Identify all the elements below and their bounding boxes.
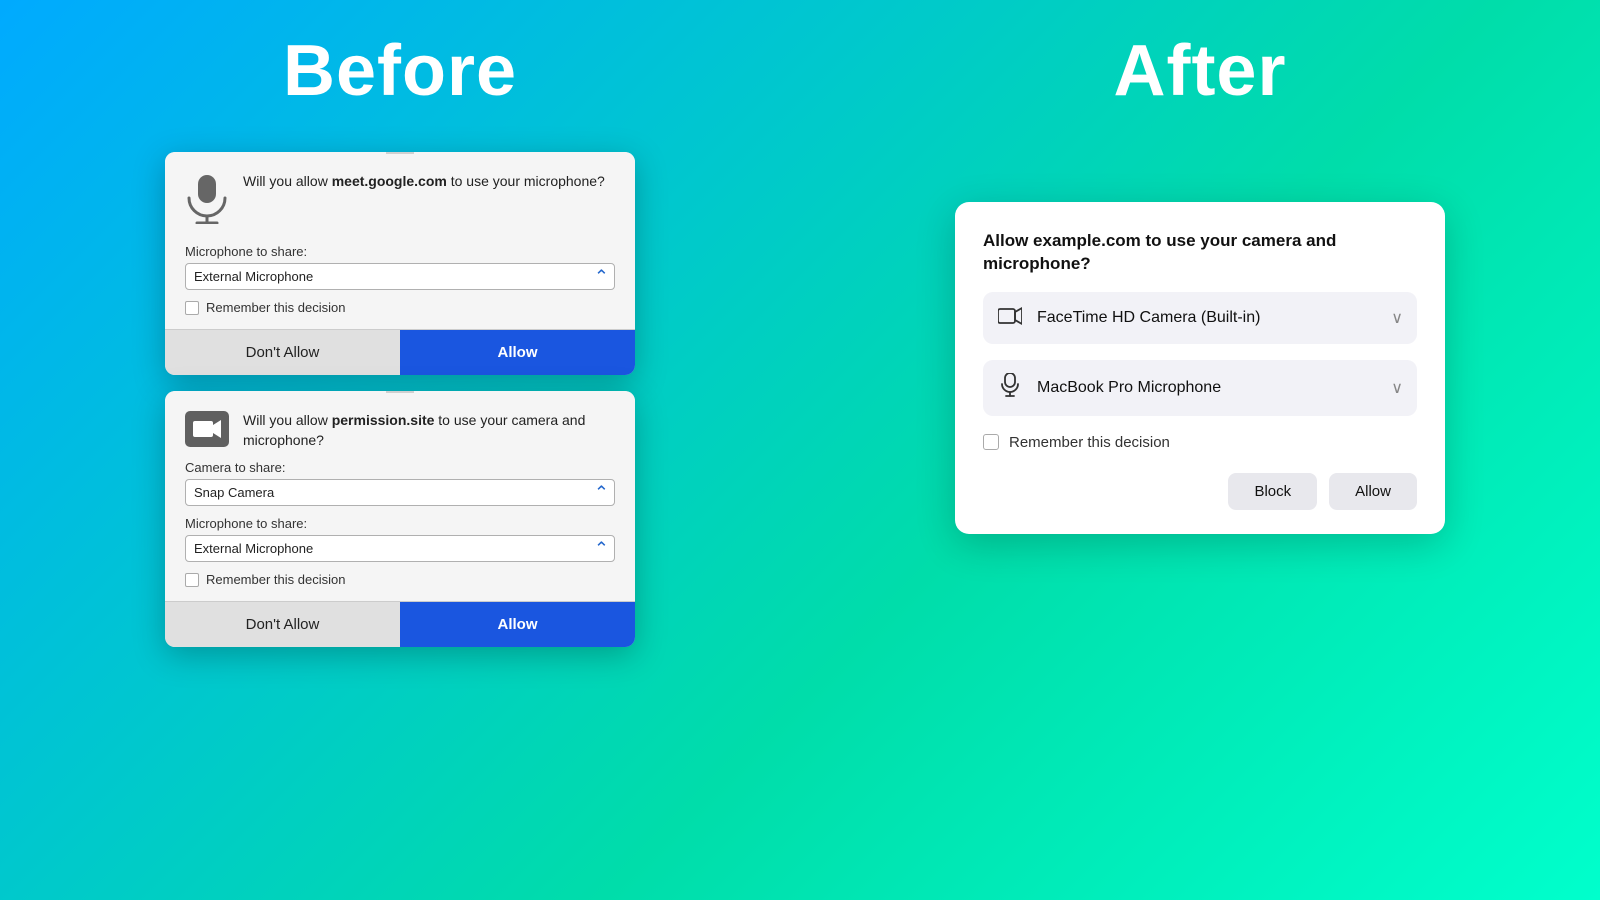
camera-device-icon xyxy=(997,305,1023,331)
mic-field-group-1: Microphone to share: External Microphone… xyxy=(185,244,615,290)
mic-device-icon xyxy=(997,373,1023,403)
remember-row-1: Remember this decision xyxy=(185,300,615,315)
new-dialog-buttons: Block Allow xyxy=(983,473,1417,510)
camera-device-row[interactable]: FaceTime HD Camera (Built-in) ∨ xyxy=(983,292,1417,344)
new-remember-checkbox[interactable] xyxy=(983,434,999,450)
remember-checkbox-2[interactable] xyxy=(185,573,199,587)
mic-select-1[interactable]: External Microphone xyxy=(185,263,615,290)
old-dialog-2-body: Will you allow permission.site to use yo… xyxy=(165,391,635,601)
mic-chevron-icon: ∨ xyxy=(1391,378,1403,398)
remember-row-2: Remember this decision xyxy=(185,572,615,587)
old-dialog-2-buttons: Don't Allow Allow xyxy=(165,601,635,647)
old-dialog-1: Will you allow meet.google.com to use yo… xyxy=(165,152,635,375)
domain-1: meet.google.com xyxy=(332,173,447,189)
remember-label-2: Remember this decision xyxy=(206,572,345,587)
old-dialog-2-header: Will you allow permission.site to use yo… xyxy=(185,411,615,450)
camera-device-name: FaceTime HD Camera (Built-in) xyxy=(1037,309,1377,327)
mic-select-2[interactable]: External Microphone xyxy=(185,535,615,562)
before-title: Before xyxy=(283,30,517,112)
new-allow-button[interactable]: Allow xyxy=(1329,473,1417,510)
mic-select-wrap-1: External Microphone ⌃ xyxy=(185,263,615,290)
allow-btn-2[interactable]: Allow xyxy=(400,602,635,647)
camera-chevron-icon: ∨ xyxy=(1391,308,1403,328)
mic-label-2: Microphone to share: xyxy=(185,516,615,531)
mic-device-name: MacBook Pro Microphone xyxy=(1037,379,1377,397)
before-section: Before Will you allow meet. xyxy=(0,0,800,900)
remember-checkbox-1[interactable] xyxy=(185,301,199,315)
old-dialog-1-header: Will you allow meet.google.com to use yo… xyxy=(185,172,615,234)
domain-2: permission.site xyxy=(332,412,435,428)
mic-label-1: Microphone to share: xyxy=(185,244,615,259)
old-dialog-2: Will you allow permission.site to use yo… xyxy=(165,391,635,647)
after-area: Allow example.com to use your camera and… xyxy=(955,202,1445,534)
mic-icon xyxy=(185,174,229,234)
new-remember-row: Remember this decision xyxy=(983,432,1417,453)
old-dialog-1-buttons: Don't Allow Allow xyxy=(165,329,635,375)
new-dialog-title: Allow example.com to use your camera and… xyxy=(983,230,1417,276)
new-remember-label: Remember this decision xyxy=(1009,434,1170,451)
cam-select-wrap: Snap Camera ⌃ xyxy=(185,479,615,506)
cam-label: Camera to share: xyxy=(185,460,615,475)
mic-field-group-2: Microphone to share: External Microphone… xyxy=(185,516,615,562)
cam-icon xyxy=(185,411,229,447)
old-dialog-2-text: Will you allow permission.site to use yo… xyxy=(243,411,615,450)
after-section: After Allow example.com to use your came… xyxy=(800,0,1600,900)
remember-label-1: Remember this decision xyxy=(206,300,345,315)
new-dialog: Allow example.com to use your camera and… xyxy=(955,202,1445,534)
cam-select[interactable]: Snap Camera xyxy=(185,479,615,506)
block-button[interactable]: Block xyxy=(1228,473,1317,510)
old-dialog-1-text: Will you allow meet.google.com to use yo… xyxy=(243,172,605,192)
mic-select-wrap-2: External Microphone ⌃ xyxy=(185,535,615,562)
dont-allow-btn-1[interactable]: Don't Allow xyxy=(165,330,400,375)
after-title: After xyxy=(1113,30,1286,112)
mic-device-row[interactable]: MacBook Pro Microphone ∨ xyxy=(983,360,1417,416)
allow-btn-1[interactable]: Allow xyxy=(400,330,635,375)
dont-allow-btn-2[interactable]: Don't Allow xyxy=(165,602,400,647)
cam-field-group: Camera to share: Snap Camera ⌃ xyxy=(185,460,615,506)
old-dialog-1-body: Will you allow meet.google.com to use yo… xyxy=(165,152,635,329)
before-dialogs: Will you allow meet.google.com to use yo… xyxy=(165,152,635,647)
